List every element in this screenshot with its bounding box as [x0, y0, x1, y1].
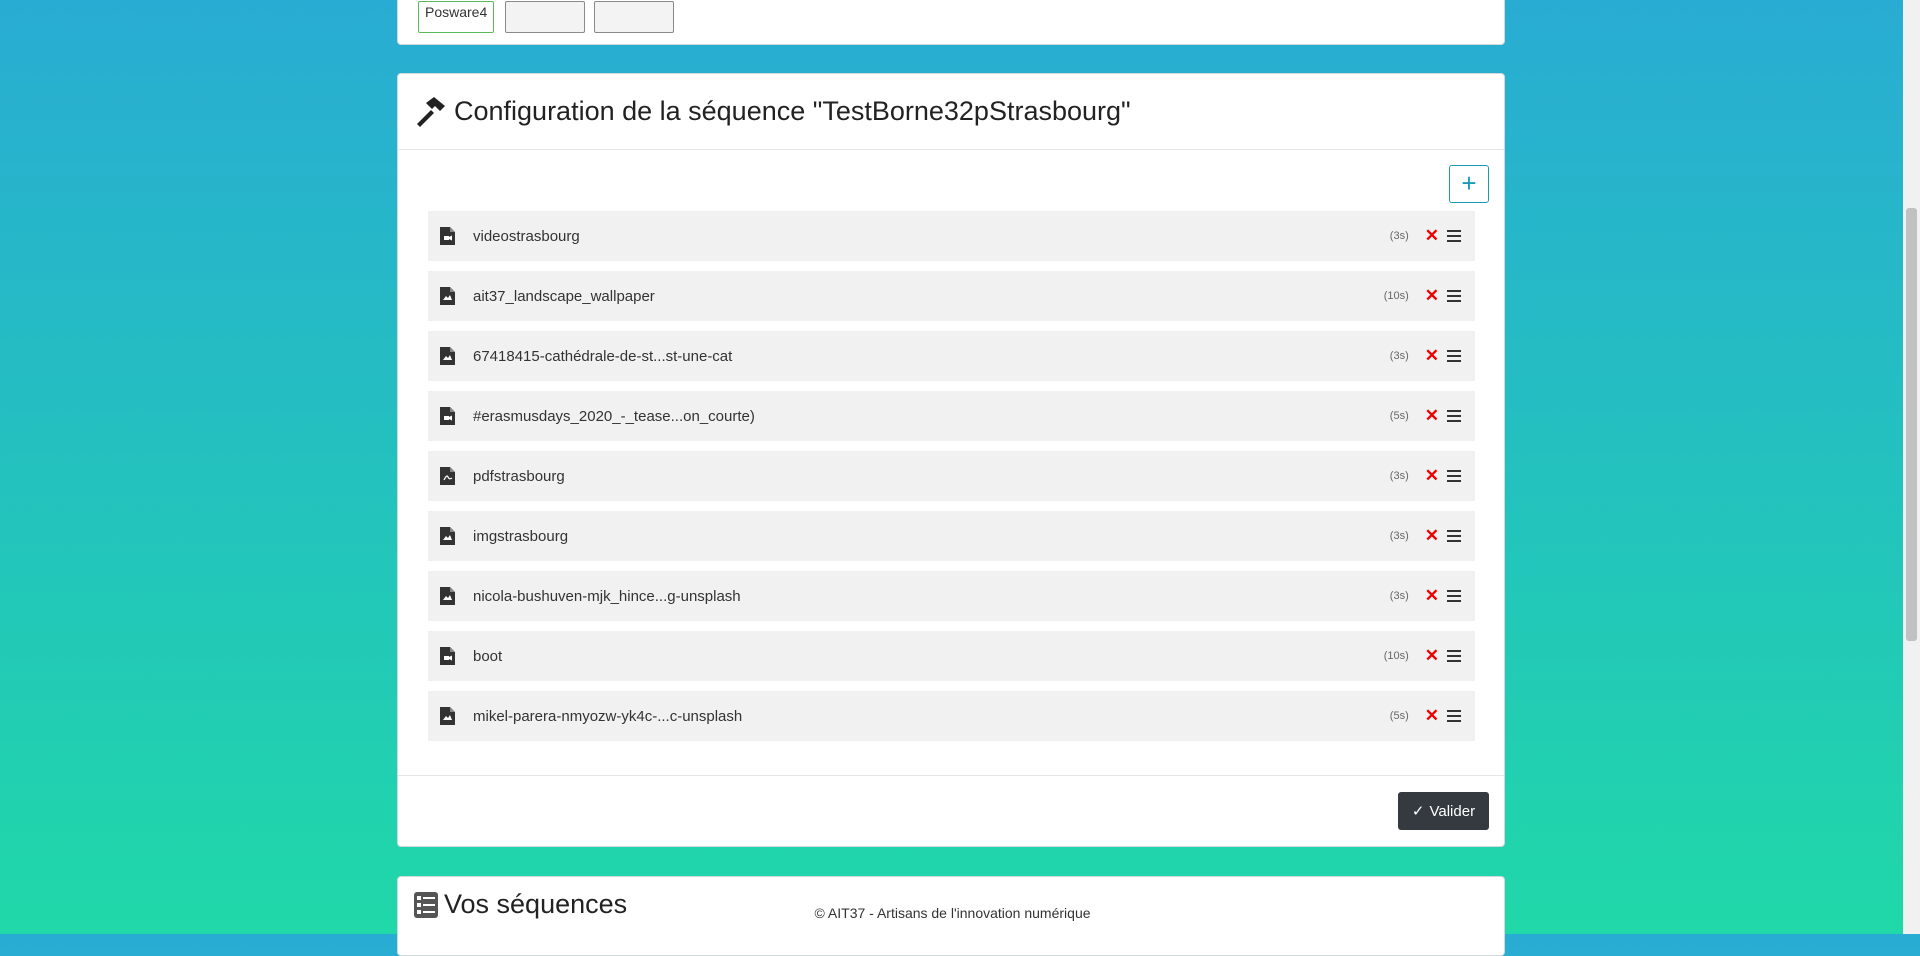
item-name: 67418415-cathédrale-de-st...st-une-cat — [473, 347, 733, 365]
item-name: #erasmusdays_2020_-_tease...on_courte) — [473, 407, 755, 425]
sequence-config-card: Configuration de la séquence "TestBorne3… — [397, 73, 1505, 847]
item-duration: (3s) — [1389, 470, 1409, 482]
file-image-icon — [440, 347, 455, 365]
delete-icon[interactable]: ✕ — [1425, 226, 1439, 246]
scrollbar-thumb[interactable] — [1906, 208, 1917, 641]
device-card: Posware4 — [397, 0, 1505, 45]
sequence-item[interactable]: pdfstrasbourg (3s) ✕ — [428, 451, 1475, 501]
sequence-item[interactable]: imgstrasbourg (3s) ✕ — [428, 511, 1475, 561]
drag-handle-icon[interactable] — [1447, 470, 1461, 482]
valider-label: Valider — [1429, 802, 1476, 820]
drag-handle-icon[interactable] — [1447, 710, 1461, 722]
item-duration: (3s) — [1389, 530, 1409, 542]
file-image-icon — [440, 287, 455, 305]
file-image-icon — [440, 527, 455, 545]
device-button-3[interactable] — [594, 1, 674, 33]
delete-icon[interactable]: ✕ — [1425, 466, 1439, 486]
page-scrollbar[interactable] — [1903, 0, 1920, 934]
item-duration: (5s) — [1389, 410, 1409, 422]
item-duration: (3s) — [1389, 230, 1409, 242]
sequence-item[interactable]: mikel-parera-nmyozw-yk4c-...c-unsplash (5… — [428, 691, 1475, 741]
drag-handle-icon[interactable] — [1447, 350, 1461, 362]
hammer-icon — [417, 96, 445, 127]
delete-icon[interactable]: ✕ — [1425, 286, 1439, 306]
device-button-2[interactable] — [505, 1, 585, 33]
item-name: ait37_landscape_wallpaper — [473, 287, 655, 305]
item-name: videostrasbourg — [473, 227, 580, 245]
delete-icon[interactable]: ✕ — [1425, 346, 1439, 366]
file-video-icon — [440, 407, 455, 425]
file-image-icon — [440, 587, 455, 605]
item-duration: (10s) — [1383, 650, 1409, 662]
item-duration: (5s) — [1389, 710, 1409, 722]
sequence-item[interactable]: #erasmusdays_2020_-_tease...on_courte) (5… — [428, 391, 1475, 441]
sequence-item[interactable]: nicola-bushuven-mjk_hince...g-unsplash (3… — [428, 571, 1475, 621]
check-icon: ✓ — [1411, 803, 1425, 820]
valider-button[interactable]: ✓ Valider — [1398, 792, 1489, 830]
item-duration: (3s) — [1389, 590, 1409, 602]
delete-icon[interactable]: ✕ — [1425, 526, 1439, 546]
delete-icon[interactable]: ✕ — [1425, 646, 1439, 666]
device-button-posware4[interactable]: Posware4 — [418, 1, 495, 33]
item-name: imgstrasbourg — [473, 527, 569, 545]
drag-handle-icon[interactable] — [1447, 590, 1461, 602]
delete-icon[interactable]: ✕ — [1425, 706, 1439, 726]
item-name: mikel-parera-nmyozw-yk4c-...c-unsplash — [473, 707, 743, 725]
sequence-item[interactable]: videostrasbourg (3s) ✕ — [428, 211, 1475, 261]
add-item-button[interactable]: + — [1449, 165, 1489, 203]
config-header: Configuration de la séquence "TestBorne3… — [398, 74, 1504, 150]
item-name: pdfstrasbourg — [473, 467, 565, 485]
sequence-item[interactable]: 67418415-cathédrale-de-st...st-une-cat (3… — [428, 331, 1475, 381]
item-duration: (10s) — [1383, 290, 1409, 302]
drag-handle-icon[interactable] — [1447, 290, 1461, 302]
file-video-icon — [440, 647, 455, 665]
drag-handle-icon[interactable] — [1447, 410, 1461, 422]
file-video-icon — [440, 227, 455, 245]
footer-copyright: © AIT37 - Artisans de l'innovation numér… — [814, 905, 1091, 921]
sequence-item[interactable]: boot (10s) ✕ — [428, 631, 1475, 681]
drag-handle-icon[interactable] — [1447, 650, 1461, 662]
delete-icon[interactable]: ✕ — [1425, 586, 1439, 606]
delete-icon[interactable]: ✕ — [1425, 406, 1439, 426]
item-duration: (3s) — [1389, 350, 1409, 362]
drag-handle-icon[interactable] — [1447, 530, 1461, 542]
item-name: nicola-bushuven-mjk_hince...g-unsplash — [473, 587, 741, 605]
item-name: boot — [473, 647, 503, 665]
file-image-icon — [440, 707, 455, 725]
config-title: Configuration de la séquence "TestBorne3… — [454, 96, 1131, 126]
config-footer: ✓ Valider — [398, 775, 1504, 846]
drag-handle-icon[interactable] — [1447, 230, 1461, 242]
sequence-item[interactable]: ait37_landscape_wallpaper (10s) ✕ — [428, 271, 1475, 321]
file-pdf-icon — [440, 467, 455, 485]
